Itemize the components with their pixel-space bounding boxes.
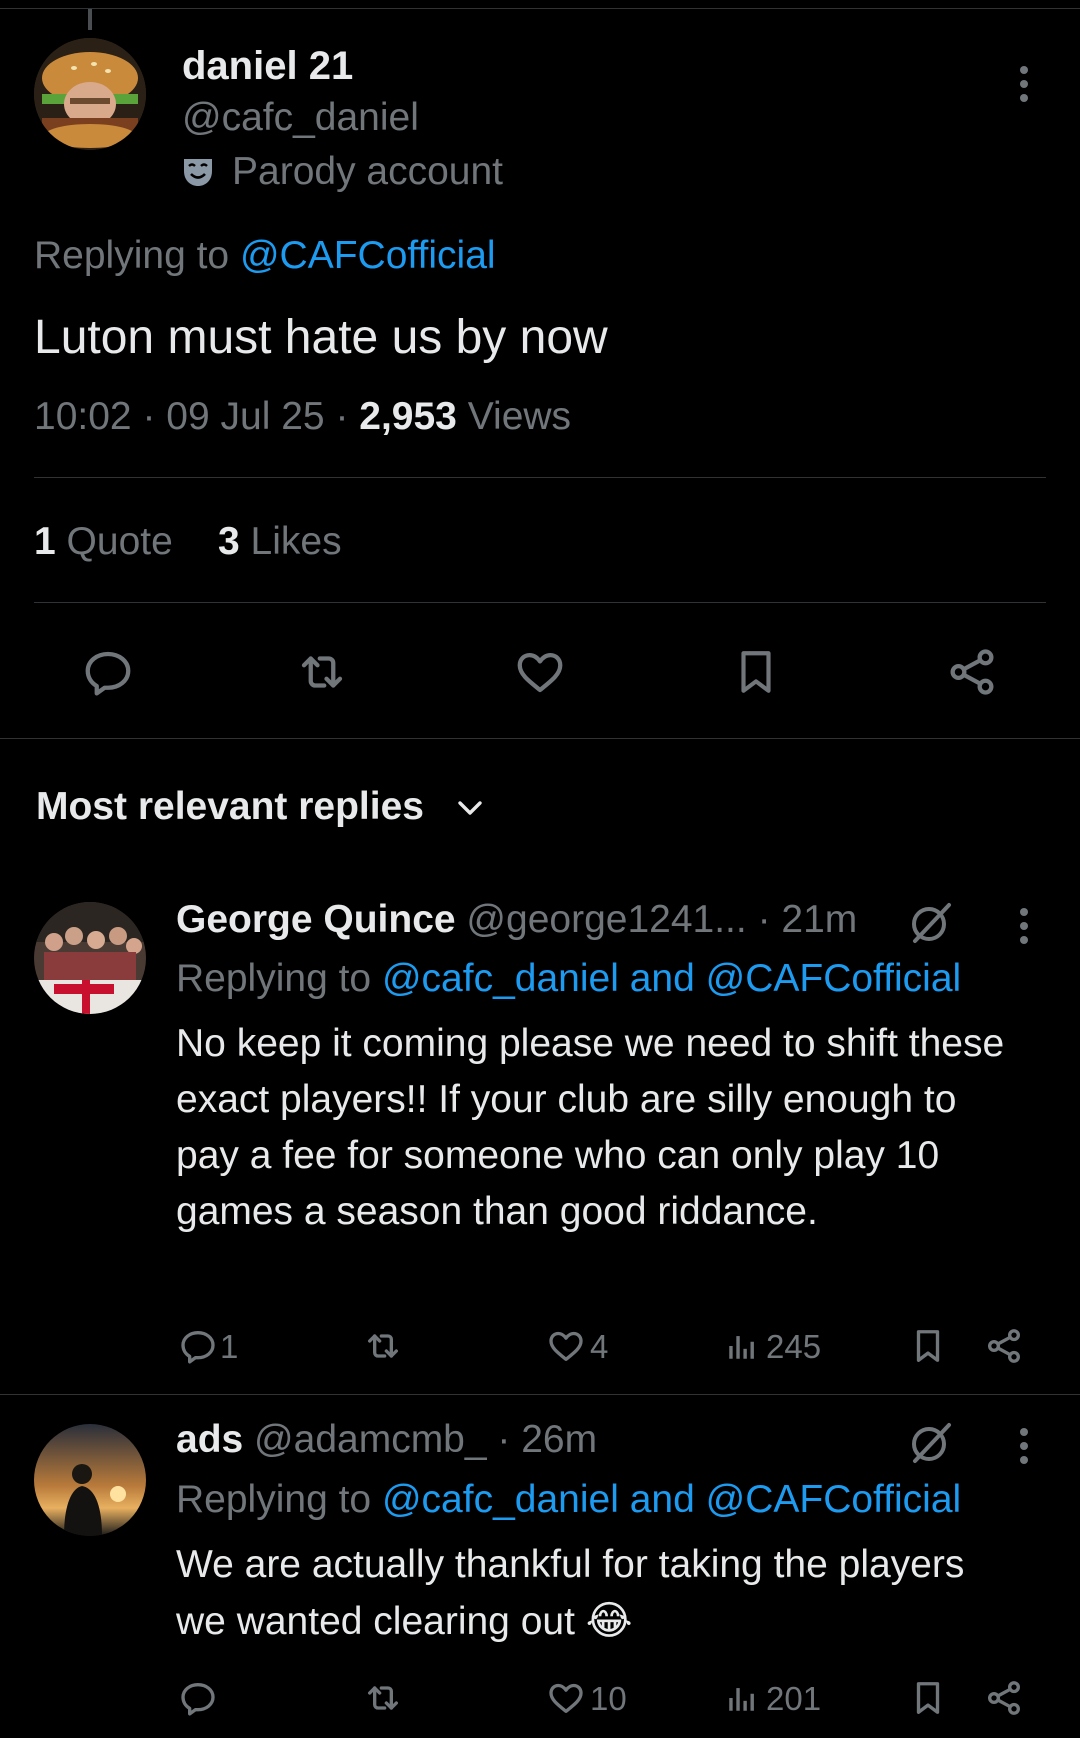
replying-prefix: Replying to <box>34 234 230 277</box>
like-icon[interactable] <box>510 642 570 702</box>
reply-text-container: We are actually thankful for taking the … <box>176 1537 1006 1650</box>
view-count: 245 <box>766 1328 822 1365</box>
reply-divider <box>0 1394 1080 1395</box>
tweet-meta: 10:02 · 09 Jul 25 · 2,953 Views <box>34 395 571 439</box>
replying-to-line: Replying to @CAFCofficial <box>34 234 496 278</box>
likes-stat[interactable]: 3 Likes <box>218 520 342 564</box>
reply-author-name[interactable]: ads <box>176 1418 243 1461</box>
reply-avatar[interactable] <box>34 1424 146 1536</box>
bookmark-icon[interactable] <box>726 642 786 702</box>
share-icon[interactable] <box>942 642 1002 702</box>
grok-icon[interactable] <box>904 896 958 950</box>
reply-replying-line: Replying to @cafc_daniel and @CAFCoffici… <box>176 957 961 1001</box>
replying-to-links[interactable]: @cafc_daniel and @CAFCofficial <box>382 957 961 1000</box>
share-icon[interactable] <box>982 1676 1026 1720</box>
reply-replying-line: Replying to @cafc_daniel and @CAFCoffici… <box>176 1478 961 1522</box>
retweet-icon[interactable] <box>360 1324 406 1368</box>
retweet-icon[interactable] <box>360 1676 406 1720</box>
like-count: 10 <box>590 1680 627 1717</box>
meta-separator: · <box>142 395 156 438</box>
bookmark-icon[interactable] <box>906 1676 950 1720</box>
like-icon[interactable] <box>544 1324 588 1368</box>
reply-count: 1 <box>220 1328 239 1365</box>
reply-time[interactable]: · 21m <box>758 898 858 941</box>
author-handle[interactable]: @cafc_daniel <box>182 96 419 140</box>
stats-divider-bottom <box>34 602 1046 603</box>
like-count: 4 <box>590 1328 609 1365</box>
quote-count: 1 <box>34 520 56 563</box>
reply-icon[interactable] <box>176 1676 220 1720</box>
reply-icon[interactable] <box>176 1324 220 1368</box>
likes-count: 3 <box>218 520 240 563</box>
views-icon[interactable] <box>722 1676 762 1720</box>
stats-divider-top <box>34 477 1046 478</box>
views-label: Views <box>467 395 572 438</box>
author-name[interactable]: daniel 21 <box>182 44 353 89</box>
reply-author-name[interactable]: George Quince <box>176 898 456 941</box>
parody-mask-icon <box>180 154 216 190</box>
more-options-icon[interactable] <box>1004 62 1044 106</box>
replying-prefix: Replying to <box>176 957 372 1000</box>
laughing-emoji: 😂 <box>585 1599 633 1643</box>
reply-more-options-icon[interactable] <box>1004 904 1044 948</box>
tweet-time[interactable]: 10:02 <box>34 395 132 438</box>
reply-author-handle[interactable]: @adamcmb_ <box>254 1418 487 1461</box>
reply-time[interactable]: · 26m <box>497 1418 597 1461</box>
meta-separator: · <box>335 395 349 438</box>
actions-divider <box>0 738 1080 739</box>
grok-icon[interactable] <box>904 1416 958 1470</box>
retweet-icon[interactable] <box>292 642 352 702</box>
views-count: 2,953 <box>359 395 457 438</box>
parody-label: Parody account <box>232 150 504 193</box>
reply-header: ads @adamcmb_ · 26m <box>176 1418 597 1462</box>
likes-label: Likes <box>250 520 342 563</box>
reply-header: George Quince @george1241... · 21m <box>176 898 857 942</box>
view-count: 201 <box>766 1680 822 1717</box>
reply-text: We are actually thankful for taking the … <box>176 1543 965 1643</box>
bookmark-icon[interactable] <box>906 1324 950 1368</box>
quote-label: Quote <box>66 520 173 563</box>
reply-author-handle[interactable]: @george1241... <box>466 898 746 941</box>
tweet-date[interactable]: 09 Jul 25 <box>166 395 324 438</box>
views-icon[interactable] <box>722 1324 762 1368</box>
replying-to-link[interactable]: @CAFCofficial <box>240 234 496 277</box>
like-icon[interactable] <box>544 1676 588 1720</box>
quote-stat[interactable]: 1 Quote <box>34 520 173 564</box>
reply-icon[interactable] <box>78 642 138 702</box>
reply-more-options-icon[interactable] <box>1004 1424 1044 1468</box>
replying-prefix: Replying to <box>176 1478 372 1521</box>
author-avatar[interactable] <box>34 38 146 150</box>
reply-text: No keep it coming please we need to shif… <box>176 1022 1005 1233</box>
replies-sort-title[interactable]: Most relevant replies <box>36 785 424 829</box>
share-icon[interactable] <box>982 1324 1026 1368</box>
top-divider <box>0 8 1080 9</box>
tweet-text: Luton must hate us by now <box>34 311 608 364</box>
thread-line <box>88 8 92 30</box>
chevron-down-icon[interactable] <box>452 790 488 826</box>
reply-avatar[interactable] <box>34 902 146 1014</box>
replying-to-links[interactable]: @cafc_daniel and @CAFCofficial <box>382 1478 961 1521</box>
